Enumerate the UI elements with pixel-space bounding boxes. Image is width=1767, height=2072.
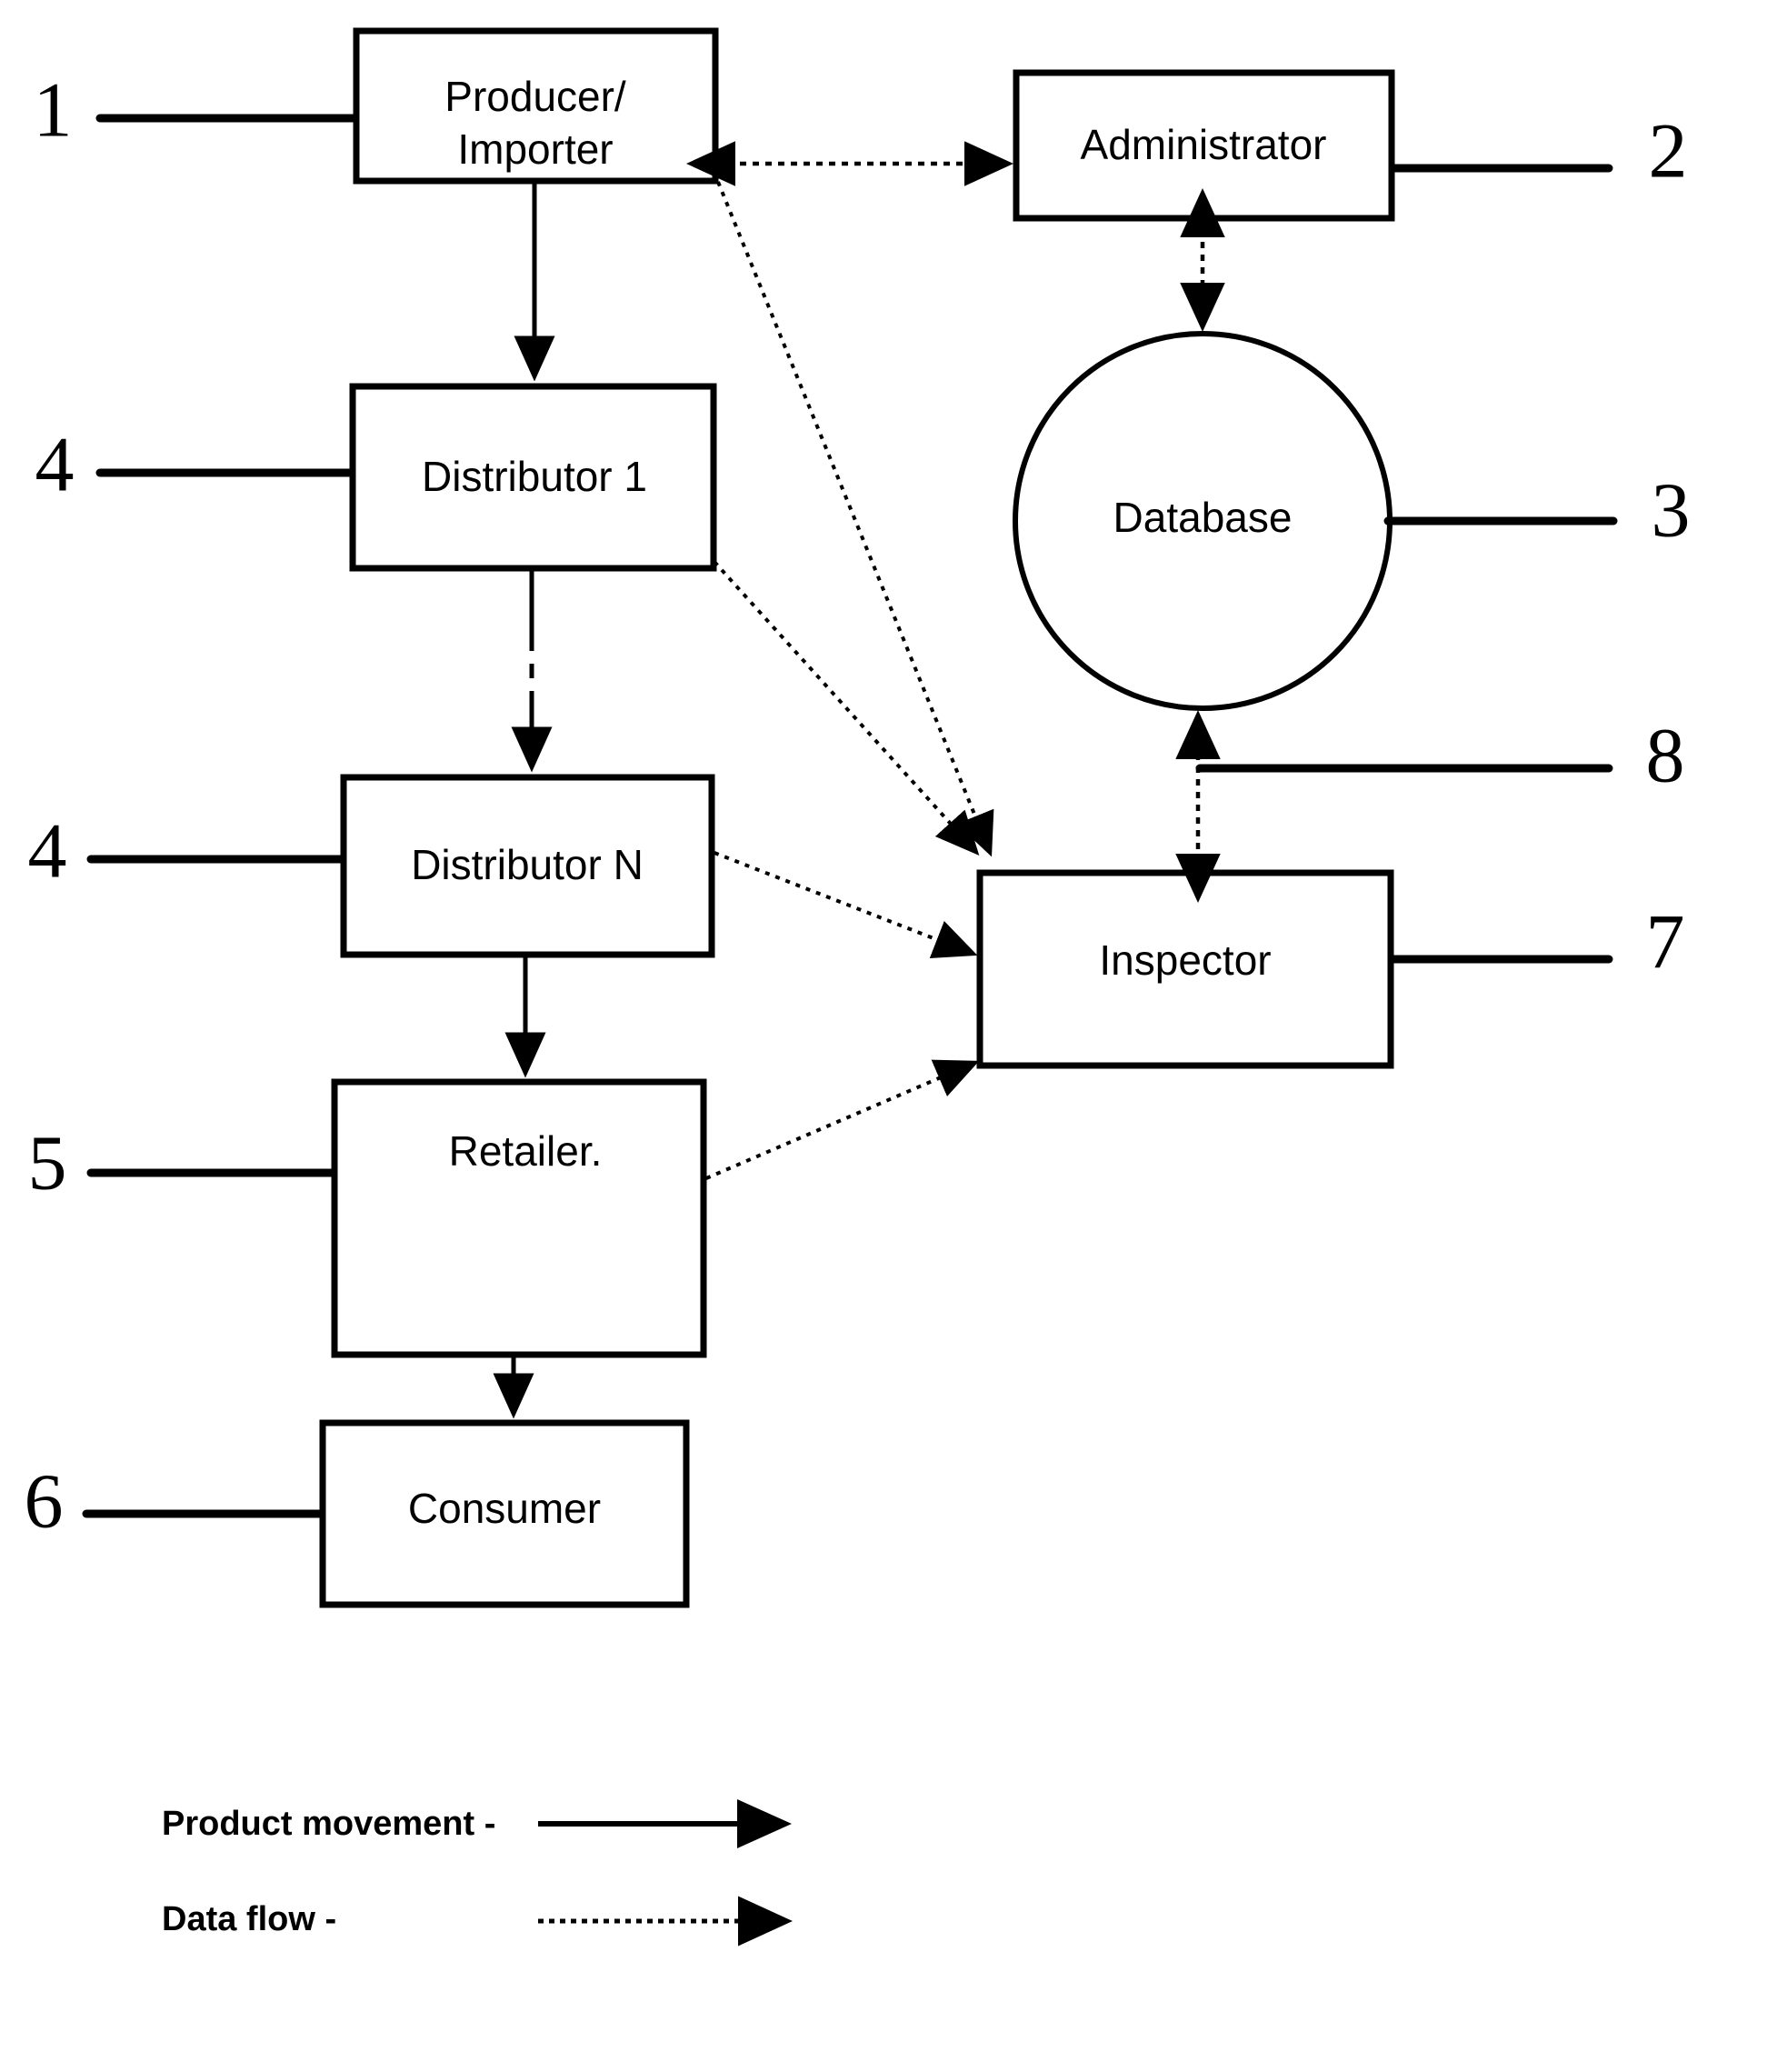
retailer-label: Retailer. — [449, 1127, 603, 1175]
ref-numeral-3: 3 — [1652, 466, 1691, 554]
node-distributor-1[interactable]: Distributor 1 — [349, 383, 717, 572]
retailer-box[interactable] — [331, 1078, 707, 1358]
ref-numeral-2: 2 — [1649, 107, 1688, 195]
legend-item-data-flow-label: Data flow - — [162, 1900, 336, 1938]
node-distributor-n[interactable]: Distributor N — [340, 774, 715, 958]
ref-numeral-4a: 4 — [35, 421, 75, 508]
node-consumer[interactable]: Consumer — [319, 1419, 690, 1608]
ref-numeral-6: 6 — [25, 1457, 64, 1545]
figure-canvas: Producer/ Importer Administrator Databas… — [0, 0, 1767, 2072]
supply-chain-flow-diagram: Producer/ Importer Administrator Databas… — [25, 27, 1691, 1947]
ref-numeral-7: 7 — [1646, 898, 1685, 986]
node-inspector[interactable]: Inspector — [976, 869, 1394, 1069]
dataflow-distributorN-inspector — [714, 851, 978, 958]
database-label: Database — [1113, 494, 1293, 541]
administrator-label: Administrator — [1081, 121, 1327, 168]
ref-numeral-4b: 4 — [28, 807, 67, 895]
legend-item-product-movement-label: Product movement - — [162, 1805, 495, 1843]
inspector-label: Inspector — [1099, 936, 1271, 984]
node-database[interactable]: Database — [1013, 331, 1393, 711]
dataflow-distributor1-inspector — [713, 560, 980, 856]
node-producer-importer[interactable]: Producer/ Importer — [353, 27, 719, 185]
dataflow-producer-inspector — [716, 181, 994, 857]
consumer-label: Consumer — [408, 1485, 601, 1532]
distributor-1-label: Distributor 1 — [422, 453, 647, 500]
dataflow-retailer-inspector — [705, 1059, 980, 1180]
node-retailer[interactable]: Retailer. — [331, 1078, 707, 1358]
distributor-n-label: Distributor N — [411, 841, 644, 888]
legend: Product movement - Data flow - — [162, 1799, 793, 1947]
producer-importer-label-line2: Importer — [457, 125, 613, 173]
ref-numeral-5: 5 — [28, 1119, 67, 1206]
node-administrator[interactable]: Administrator — [1013, 69, 1395, 222]
producer-importer-label-line1: Producer/ — [444, 73, 626, 120]
ref-numeral-8: 8 — [1646, 712, 1685, 799]
ref-numeral-1: 1 — [34, 66, 73, 154]
